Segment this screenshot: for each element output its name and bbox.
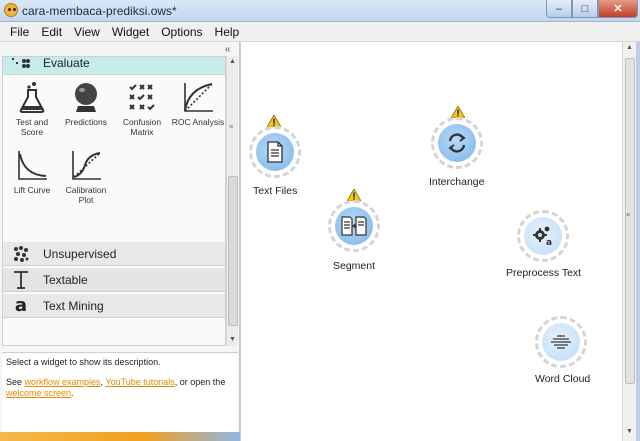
widget-roc-analysis[interactable]: ROC Analysis [171,79,225,127]
menu-edit[interactable]: Edit [35,25,68,39]
node-word-cloud[interactable] [535,316,587,368]
preprocess-icon: a [524,217,562,255]
close-icon: ✕ [613,3,623,15]
maximize-button[interactable]: □ [572,0,598,18]
widget-label: ROC Analysis [171,117,225,127]
text-mining-icon: a [14,295,28,316]
description-links: See workflow examples, YouTube tutorials… [6,377,226,398]
taskbar-strip [0,432,240,441]
widget-lift-curve[interactable]: Lift Curve [5,147,59,195]
widget-label: Predictions [64,117,108,127]
svg-text:a: a [546,238,552,247]
node-label-interchange: Interchange [429,176,485,188]
description-text: Select a widget to show its description. [6,357,161,367]
canvas-scrollbar[interactable]: ▲ ≡ ▼ [622,42,636,441]
node-interchange[interactable] [431,117,483,169]
evaluate-icon [3,57,39,75]
workflow-examples-link[interactable]: workflow examples [25,377,101,387]
category-evaluate[interactable]: Evaluate [3,56,225,75]
document-icon [256,133,294,171]
widget-label: Calibration Plot [65,185,107,205]
workflow-canvas[interactable]: Text Files Segment Interchange a Preproc… [241,42,622,441]
menu-bar: File Edit View Widget Options Help [0,22,640,42]
category-text-mining[interactable]: a Text Mining [3,294,225,318]
word-cloud-icon [542,323,580,361]
dock-scrollbar[interactable]: ▲ ≡ ▼ [226,56,238,346]
menu-view[interactable]: View [68,25,106,39]
node-label-segment: Segment [333,260,376,272]
calibration-plot-icon [59,147,113,183]
menu-options[interactable]: Options [155,25,208,39]
lift-curve-icon [5,147,59,183]
scroll-up-icon[interactable]: ▲ [626,44,633,51]
unsupervised-icon [3,242,39,266]
roc-curve-icon [171,79,225,115]
node-label-preprocess-text: Preprocess Text [506,267,582,279]
orange-app-icon [4,3,18,17]
minimize-button[interactable]: – [546,0,572,18]
scroll-grip-icon: ≡ [626,212,631,219]
widget-description-panel: Select a widget to show its description.… [2,352,238,441]
category-textable[interactable]: Textable [3,268,225,292]
minimize-icon: – [555,2,563,15]
scrollbar-thumb[interactable] [625,58,635,384]
interchange-icon [438,124,476,162]
widget-test-and-score[interactable]: Test and Score [5,79,59,137]
youtube-tutorials-link[interactable]: YouTube tutorials [105,377,174,387]
widget-dock: « Evaluate Test and Score Predictions Co… [0,42,240,441]
category-label: Evaluate [43,56,90,70]
welcome-screen-link[interactable]: welcome screen [6,388,71,398]
menu-help[interactable]: Help [209,25,246,39]
widget-label: Test and Score [15,117,49,137]
node-text-files[interactable] [249,126,301,178]
category-label: Unsupervised [43,246,117,261]
widget-predictions[interactable]: Predictions [59,79,113,127]
flask-icon [5,79,59,115]
collapse-dock-button[interactable]: « [225,44,231,55]
node-preprocess-text[interactable]: a [517,210,569,262]
widget-confusion-matrix[interactable]: Confusion Matrix [115,79,169,137]
widget-toolbox: Evaluate Test and Score Predictions Conf… [2,56,226,346]
scroll-down-icon[interactable]: ▼ [626,428,633,435]
node-label-word-cloud: Word Cloud [535,373,591,385]
category-label: Textable [43,272,88,287]
menu-widget[interactable]: Widget [106,25,155,39]
scroll-down-icon[interactable]: ▼ [229,336,236,343]
category-unsupervised[interactable]: Unsupervised [3,242,225,266]
node-segment[interactable] [328,200,380,252]
maximize-icon: □ [581,2,589,15]
close-button[interactable]: ✕ [598,0,638,18]
widget-calibration-plot[interactable]: Calibration Plot [59,147,113,205]
scroll-grip-icon: ≡ [229,124,234,131]
window-title: cara-membaca-prediksi.ows* [22,4,177,18]
scroll-up-icon[interactable]: ▲ [229,58,236,65]
widget-label: Confusion Matrix [122,117,162,137]
crystal-ball-icon [59,79,113,115]
scrollbar-thumb[interactable] [228,176,238,326]
textable-icon [3,268,39,292]
segment-icon [335,207,373,245]
title-bar: cara-membaca-prediksi.ows* – □ ✕ [0,0,640,22]
category-label: Text Mining [43,298,104,313]
confusion-matrix-icon [115,79,169,115]
widget-label: Lift Curve [13,185,51,195]
node-label-text-files: Text Files [253,185,298,197]
menu-file[interactable]: File [4,25,35,39]
